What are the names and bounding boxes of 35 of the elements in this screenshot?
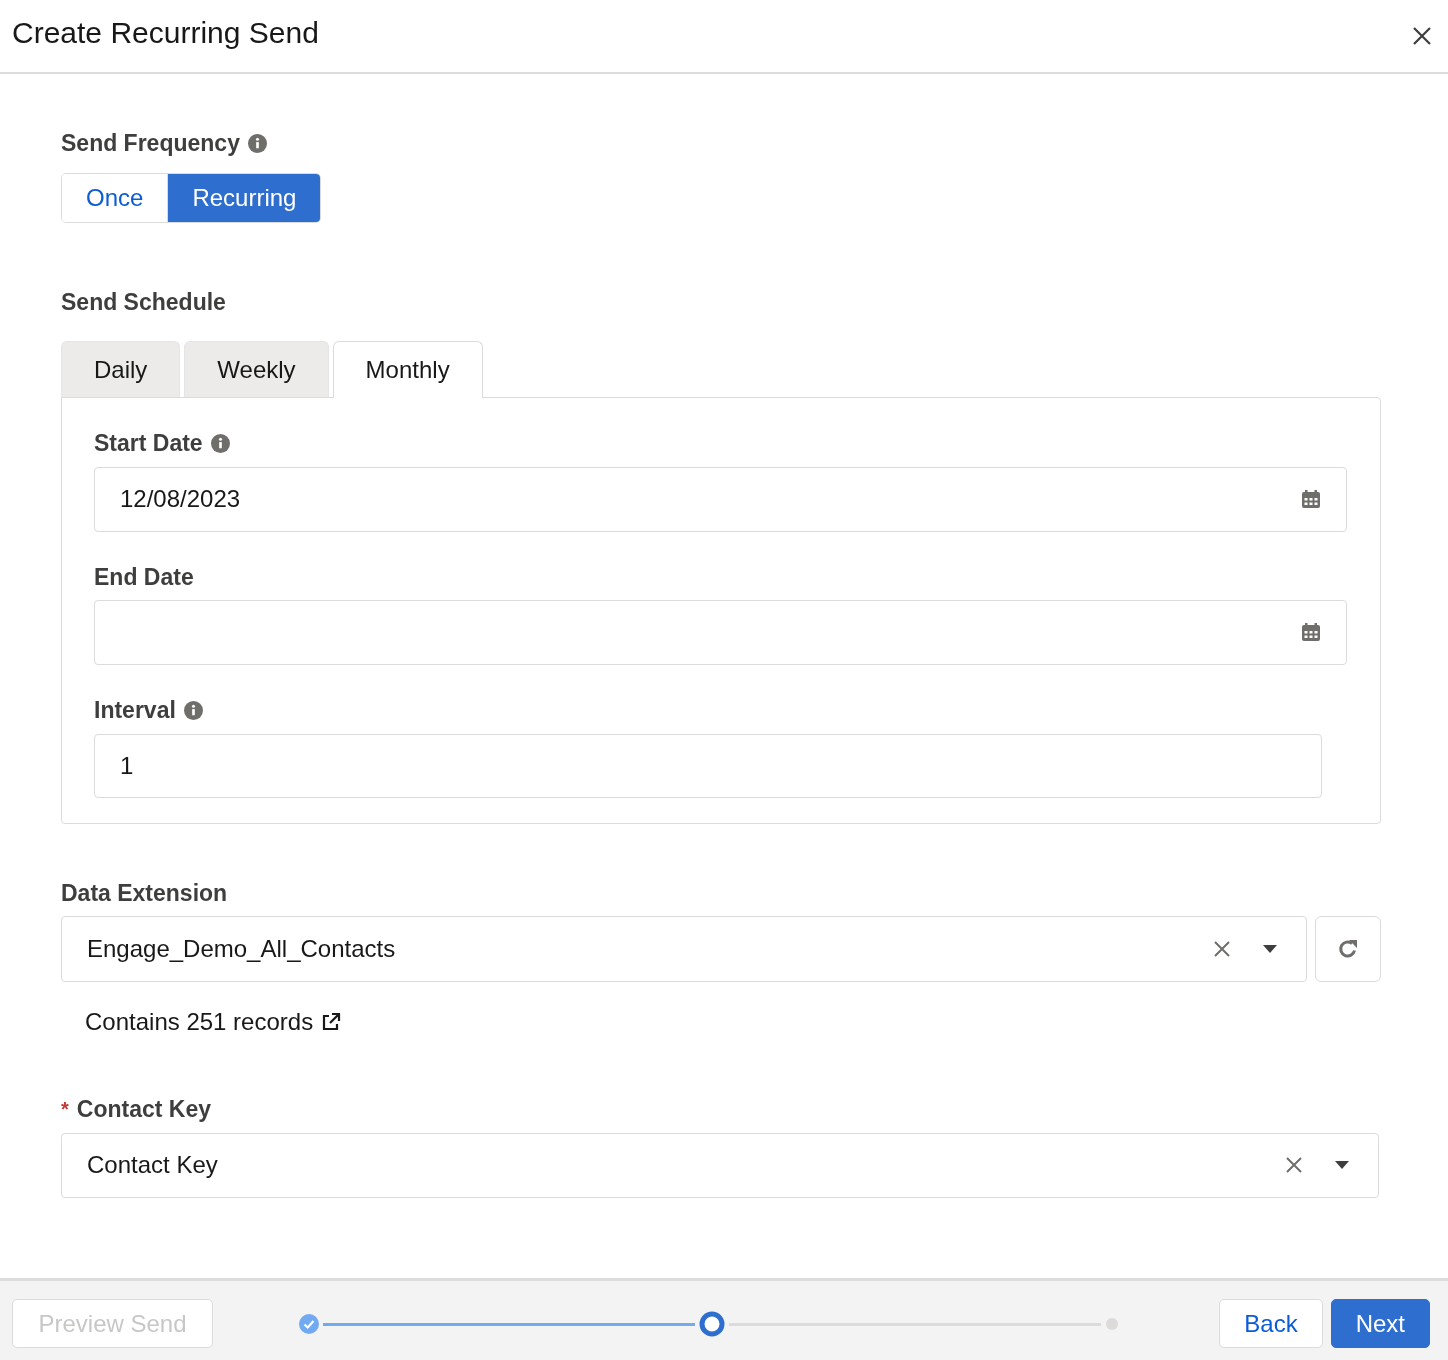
field-label: Interval bbox=[94, 696, 176, 725]
date-field[interactable] bbox=[94, 600, 1347, 665]
current-step-icon bbox=[699, 1311, 725, 1337]
field-label: Data Extension bbox=[61, 878, 228, 908]
caret-icon bbox=[1263, 945, 1277, 953]
calendar-icon bbox=[1301, 622, 1321, 642]
refresh-button[interactable] bbox=[1315, 916, 1381, 982]
refresh-icon bbox=[1337, 938, 1359, 960]
schedule-tab[interactable]: Daily bbox=[61, 341, 181, 397]
check-circle-icon bbox=[299, 1314, 319, 1334]
combobox-field[interactable]: Engage_Demo_All_Contacts bbox=[61, 916, 1307, 982]
record-count-text: Contains 251 records bbox=[85, 1007, 314, 1037]
toggle-option[interactable]: Recurring bbox=[167, 173, 321, 222]
close-icon bbox=[1285, 1156, 1303, 1174]
external-link-icon bbox=[321, 1012, 342, 1032]
schedule-tab[interactable]: Weekly bbox=[184, 341, 329, 397]
field-label: Start Date bbox=[94, 429, 203, 458]
step-dot-icon bbox=[1105, 1317, 1119, 1331]
date-field[interactable]: 12/08/2023 bbox=[94, 466, 1347, 532]
dialog-title: Create Recurring Send bbox=[12, 15, 319, 51]
combobox-field[interactable]: Contact Key bbox=[61, 1132, 1379, 1198]
caret-icon bbox=[1335, 1161, 1349, 1169]
field-label: End Date bbox=[94, 562, 194, 592]
close-icon bbox=[1213, 940, 1231, 958]
input-field[interactable]: 1 bbox=[94, 733, 1322, 798]
back-button[interactable]: Back bbox=[1219, 1299, 1323, 1348]
calendar-icon bbox=[1301, 488, 1321, 509]
schedule-tab[interactable]: Monthly bbox=[332, 341, 483, 398]
field-label: Send Frequency bbox=[61, 129, 240, 158]
close-icon bbox=[1412, 26, 1432, 46]
required-marker: * bbox=[61, 1097, 69, 1123]
field-label: Contact Key bbox=[76, 1095, 211, 1124]
section-label: Send Schedule bbox=[61, 287, 226, 317]
info-icon bbox=[247, 133, 267, 153]
next-button[interactable]: Next bbox=[1330, 1299, 1430, 1348]
